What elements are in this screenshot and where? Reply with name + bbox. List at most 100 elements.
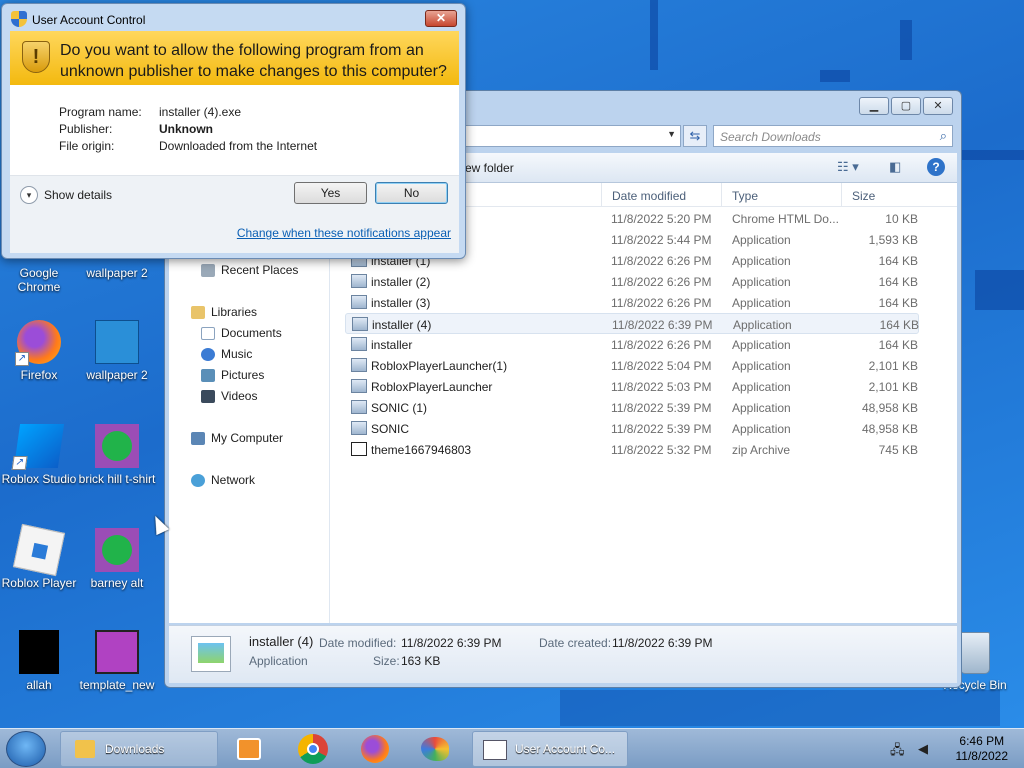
roblox-player-desktop-icon[interactable]: Roblox Player	[0, 523, 78, 590]
roblox-player-icon	[12, 523, 66, 577]
help-icon[interactable]: ?	[927, 158, 945, 176]
nav-network[interactable]: Network	[191, 473, 255, 487]
application-icon	[351, 358, 367, 372]
file-row[interactable]: installer (3) 11/8/2022 6:26 PM Applicatio…	[345, 292, 919, 313]
file-name: installer (3)	[371, 296, 431, 310]
nav-libraries[interactable]: Libraries	[191, 305, 257, 319]
file-row[interactable]: RobloxPlayerLauncher 11/8/2022 5:03 PM App…	[345, 376, 919, 397]
taskbar-media-player[interactable]	[229, 733, 269, 765]
address-bar[interactable]: ▼	[465, 125, 681, 147]
wallpaper-2-desktop-icon[interactable]: wallpaper 2	[78, 266, 156, 280]
image-thumbnail-icon	[95, 320, 139, 364]
details-modified-value: 11/8/2022 6:39 PM	[401, 636, 502, 650]
file-name: theme1667946803	[371, 443, 472, 457]
nav-videos[interactable]: Videos	[201, 389, 257, 403]
details-modified-label: Date modified:	[319, 636, 397, 650]
details-file-name: installer (4)	[249, 634, 314, 649]
network-tray-icon[interactable]: 🖧	[890, 741, 905, 763]
template-new-desktop-icon[interactable]: template_new	[78, 630, 156, 692]
nav-pictures[interactable]: Pictures	[201, 368, 264, 382]
show-details-button[interactable]: ▾ Show details	[20, 186, 112, 204]
icon-label: allah	[26, 678, 52, 692]
roblox-studio-desktop-icon[interactable]: ↗ Roblox Studio	[0, 424, 78, 486]
shortcut-arrow-icon: ↗	[15, 352, 29, 366]
nav-recent-places[interactable]: Recent Places	[201, 263, 298, 277]
yes-button[interactable]: Yes	[294, 182, 367, 204]
network-icon	[191, 473, 205, 487]
close-button[interactable]: ✕	[923, 97, 953, 115]
shortcut-arrow-icon: ↗	[11, 456, 28, 470]
file-type: Application	[732, 275, 791, 289]
file-row[interactable]: SONIC (1) 11/8/2022 5:39 PM Application 48,…	[345, 397, 919, 418]
image-thumbnail-icon	[19, 630, 59, 674]
nav-my-computer[interactable]: My Computer	[191, 431, 283, 445]
allah-desktop-icon[interactable]: allah	[0, 630, 78, 692]
file-date: 11/8/2022 5:39 PM	[611, 422, 712, 436]
file-date: 11/8/2022 5:04 PM	[611, 359, 712, 373]
file-row[interactable]: RobloxPlayerLauncher(1) 11/8/2022 5:04 PM…	[345, 355, 919, 376]
uac-details: Program name: installer (4).exe Publishe…	[10, 85, 459, 175]
uac-dialog[interactable]: User Account Control ✕ ! Do you want to …	[1, 3, 466, 259]
taskbar-firefox[interactable]	[355, 733, 395, 765]
minimize-button[interactable]: ▁	[859, 97, 889, 115]
brick-hill-desktop-icon[interactable]: brick hill t-shirt	[78, 424, 156, 486]
taskbar-uac[interactable]: User Account Co...	[472, 731, 628, 767]
file-name: installer	[371, 338, 413, 352]
new-folder-button[interactable]: ew folder	[465, 161, 514, 175]
file-row[interactable]: installer (2) 11/8/2022 6:26 PM Applicatio…	[345, 271, 919, 292]
file-type: Application	[732, 359, 791, 373]
file-name: installer (2)	[371, 275, 431, 289]
file-size: 48,958 KB	[861, 422, 918, 436]
maximize-button[interactable]: ▢	[891, 97, 921, 115]
icon-label: Roblox Studio	[1, 472, 77, 486]
file-date: 11/8/2022 6:26 PM	[611, 275, 712, 289]
start-button[interactable]	[6, 731, 46, 767]
roblox-studio-icon: ↗	[11, 424, 65, 470]
volume-icon[interactable]: ◀	[918, 741, 928, 757]
change-notifications-link[interactable]: Change when these notifications appear	[237, 226, 451, 240]
file-size: 1,593 KB	[868, 233, 918, 247]
documents-icon	[201, 326, 215, 340]
clock[interactable]: 6:46 PM 11/8/2022	[956, 734, 1009, 764]
file-size: 164 KB	[878, 338, 918, 352]
barney-alt-desktop-icon[interactable]: barney alt	[78, 528, 156, 590]
uac-footer: ▾ Show details Yes No Change when these …	[10, 175, 459, 253]
file-type: zip Archive	[732, 443, 791, 457]
refresh-button[interactable]: ⇆	[683, 125, 707, 147]
file-date: 11/8/2022 5:03 PM	[611, 380, 712, 394]
file-origin-label: File origin:	[59, 139, 115, 153]
google-chrome-desktop-icon[interactable]: Google Chrome	[0, 266, 78, 294]
taskbar-downloads[interactable]: Downloads	[60, 731, 218, 767]
file-row[interactable]: installer (4) 11/8/2022 6:39 PM Applicatio…	[345, 313, 919, 334]
application-icon	[351, 337, 367, 351]
nav-documents[interactable]: Documents	[201, 326, 282, 340]
taskbar-chrome[interactable]	[293, 733, 333, 765]
file-name: installer (4)	[372, 318, 432, 332]
nav-music[interactable]: Music	[201, 347, 252, 361]
column-type[interactable]: Type	[732, 189, 758, 203]
file-date: 11/8/2022 6:26 PM	[611, 296, 712, 310]
search-input[interactable]: Search Downloads ⌕	[713, 125, 953, 147]
icon-label: Google Chrome	[17, 266, 61, 294]
application-icon	[351, 379, 367, 393]
preview-pane-icon[interactable]: ◧	[889, 159, 901, 175]
chevron-down-icon[interactable]: ▼	[667, 129, 676, 139]
change-view-icon[interactable]: ☷ ▾	[837, 159, 859, 175]
file-row[interactable]: theme1667946803 11/8/2022 5:32 PM zip Arch…	[345, 439, 919, 460]
wallpaper-2b-desktop-icon[interactable]: wallpaper 2	[78, 320, 156, 382]
firefox-desktop-icon[interactable]: ↗ Firefox	[0, 320, 78, 382]
no-button[interactable]: No	[375, 182, 448, 204]
file-type: Application	[732, 380, 791, 394]
file-size: 164 KB	[878, 275, 918, 289]
firefox-icon	[361, 735, 389, 763]
uac-close-button[interactable]: ✕	[425, 10, 457, 27]
taskbar-paint[interactable]	[415, 733, 455, 765]
column-size[interactable]: Size	[852, 189, 875, 203]
folder-icon	[75, 740, 95, 758]
column-date-modified[interactable]: Date modified	[612, 189, 686, 203]
file-size: 164 KB	[879, 318, 919, 332]
zip-icon	[351, 442, 367, 456]
file-date: 11/8/2022 6:26 PM	[611, 338, 712, 352]
file-row[interactable]: SONIC 11/8/2022 5:39 PM Application 48,958 …	[345, 418, 919, 439]
file-row[interactable]: installer 11/8/2022 6:26 PM Application 164…	[345, 334, 919, 355]
